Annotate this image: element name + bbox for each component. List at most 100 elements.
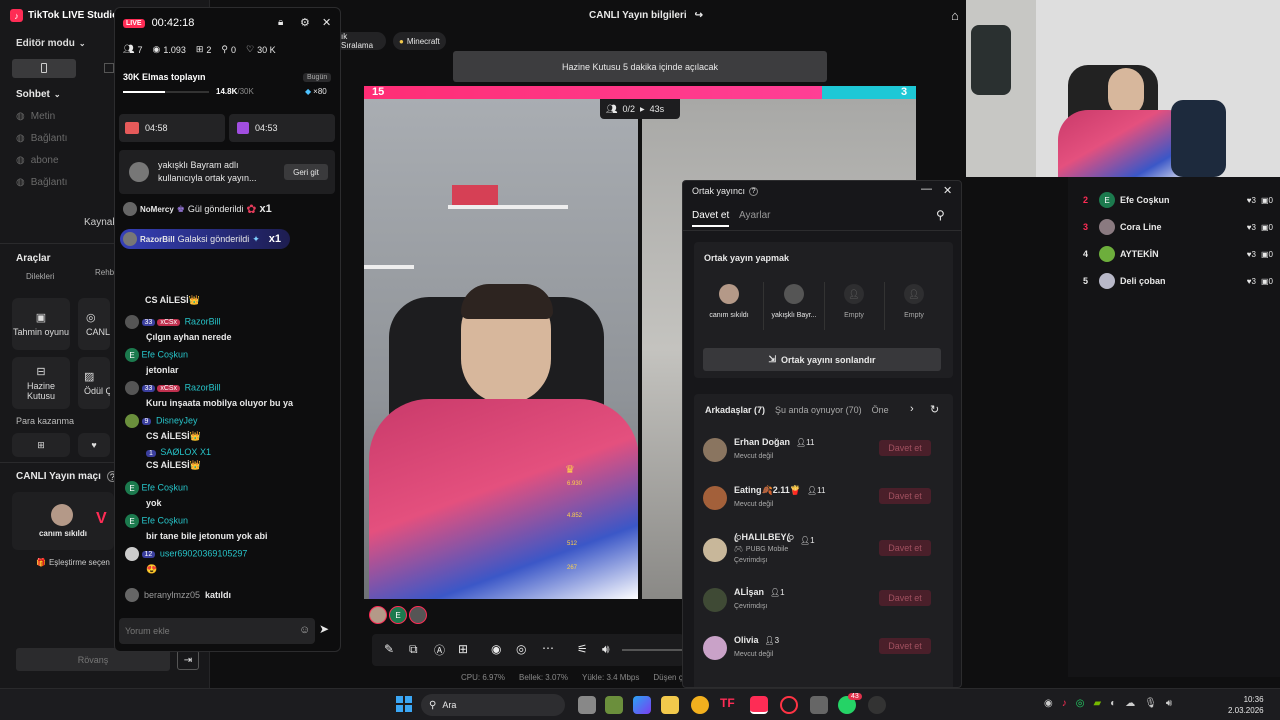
- cloud-tray-icon[interactable]: ☁: [1125, 698, 1135, 709]
- whatsapp-tray-icon[interactable]: ◎: [1076, 698, 1085, 709]
- invite-button[interactable]: Davet et: [879, 540, 931, 556]
- filter-featured[interactable]: Öne: [872, 405, 889, 415]
- likes-stat[interactable]: ♡ 30 K: [246, 44, 276, 55]
- magic-wand-icon[interactable]: ✎: [384, 642, 394, 656]
- landscape-toggle[interactable]: [104, 63, 114, 73]
- taskbar-search[interactable]: ⚲ Ara: [421, 694, 565, 716]
- home-icon[interactable]: ⌂: [951, 8, 959, 23]
- camera-icon[interactable]: ◎: [516, 642, 526, 656]
- avatar[interactable]: E: [389, 606, 407, 624]
- file-explorer-icon[interactable]: [661, 696, 679, 714]
- steam-tray-icon[interactable]: ◐: [1110, 698, 1116, 709]
- minimize-icon[interactable]: —: [921, 183, 932, 195]
- close-icon[interactable]: ✕: [322, 16, 331, 29]
- treasure-timer-a[interactable]: 04:58: [119, 114, 225, 142]
- chevron-right-icon[interactable]: ›: [910, 403, 914, 415]
- invite-button[interactable]: Davet et: [879, 590, 931, 606]
- widget-item[interactable]: ◍ Bağlantı: [0, 127, 114, 149]
- tiktok-tray-icon[interactable]: ♪: [1062, 698, 1067, 709]
- cohost-slot-empty[interactable]: 👤︎ Empty: [884, 278, 944, 334]
- avatar[interactable]: [369, 606, 387, 624]
- tag-ranking[interactable]: ık Sıralama: [341, 32, 386, 50]
- tab-invite[interactable]: Davet et: [692, 210, 730, 227]
- tool-live-goal[interactable]: ◎ CANLI Hede: [78, 298, 110, 350]
- filter-playing[interactable]: Şu anda oynuyor (70): [775, 405, 862, 415]
- calculator-icon[interactable]: [810, 696, 828, 714]
- pairing-option[interactable]: 🎁 Eşleştirme seçen: [36, 558, 110, 567]
- ranking-row[interactable]: 4 AYTEKİN ♥ 3 ▣ 0: [1083, 244, 1273, 264]
- go-back-button[interactable]: Geri git: [284, 164, 328, 180]
- views-stat[interactable]: ◉ 1.093: [152, 44, 185, 55]
- widget-item[interactable]: ◍ abone: [0, 149, 114, 171]
- chat-section-header[interactable]: Sohbet ⌄: [16, 89, 61, 100]
- ai-icon[interactable]: Ⓐ: [434, 642, 445, 658]
- ranking-row[interactable]: 2 E Efe Coşkun ♥ 3 ▣ 0: [1083, 190, 1273, 210]
- emoji-icon[interactable]: ☺: [299, 624, 310, 636]
- message-user[interactable]: RazorBill: [185, 316, 221, 326]
- tag-minecraft[interactable]: ● Minecraft: [393, 32, 446, 50]
- cohost-slot[interactable]: yakışklı Bayr...: [764, 278, 824, 334]
- search-icon[interactable]: ⚲: [936, 208, 945, 222]
- tool-reward[interactable]: ▨ Ödül Ç: [78, 357, 110, 409]
- gifts-stat[interactable]: ⊞ 2: [196, 44, 212, 55]
- message-user[interactable]: Efe Coşkun: [142, 515, 189, 525]
- cohost-slot-empty[interactable]: 👤︎ Empty: [824, 278, 884, 334]
- filter-friends[interactable]: Arkadaşlar (7): [705, 405, 765, 415]
- app-icon[interactable]: [868, 696, 886, 714]
- mode-selector[interactable]: Editör modu ⌄: [16, 38, 86, 49]
- message-user[interactable]: Efe Coşkun: [142, 349, 189, 359]
- message-user[interactable]: Efe Coşkun: [142, 482, 189, 492]
- gift-user[interactable]: NoMercy: [140, 205, 174, 214]
- gear-icon[interactable]: ⚙: [300, 16, 310, 29]
- settings-sliders-icon[interactable]: ⚟: [577, 642, 588, 656]
- tool-prediction-game[interactable]: ▣ Tahmin oyunu: [12, 298, 70, 350]
- windows-start-icon[interactable]: [396, 696, 412, 712]
- copilot-icon[interactable]: [633, 696, 651, 714]
- join-user[interactable]: beranylmzz05: [144, 590, 200, 600]
- add-source-icon[interactable]: ⊞: [458, 642, 468, 656]
- effects-icon[interactable]: ⧉: [409, 642, 418, 657]
- message-user[interactable]: SAØLOX X1: [160, 447, 211, 457]
- message-user[interactable]: user69020369105297: [160, 548, 248, 558]
- exit-icon[interactable]: ⇥: [177, 650, 199, 670]
- message-user[interactable]: DisneyJey: [156, 415, 198, 425]
- tool-earn-b[interactable]: ♥: [78, 433, 110, 457]
- comment-input[interactable]: Yorum ekle ☺: [119, 618, 315, 644]
- invite-button[interactable]: Davet et: [879, 488, 931, 504]
- widget-item[interactable]: ◍ Bağlantı: [0, 171, 114, 193]
- viewers-stat[interactable]: 👥︎ 7: [123, 44, 142, 55]
- help-icon[interactable]: ?: [749, 186, 759, 196]
- shares-stat[interactable]: ⚲ 0: [221, 44, 236, 55]
- gift-user[interactable]: RazorBill: [140, 235, 175, 244]
- tray-app-icon[interactable]: ◉: [1044, 698, 1053, 709]
- portrait-toggle[interactable]: [12, 59, 76, 78]
- clock[interactable]: 10:36 2.03.2026: [1228, 694, 1264, 716]
- message-user[interactable]: RazorBill: [185, 382, 221, 392]
- microphone-icon[interactable]: 🎙︎: [1144, 698, 1157, 709]
- invite-button[interactable]: Davet et: [879, 440, 931, 456]
- record-icon[interactable]: ◉: [491, 642, 501, 656]
- refresh-icon[interactable]: ↻: [930, 403, 939, 416]
- sources-label[interactable]: Kaynak: [84, 217, 117, 228]
- app-coin-icon[interactable]: [691, 696, 709, 714]
- invite-button[interactable]: Davet et: [879, 638, 931, 654]
- opera-icon[interactable]: [780, 696, 798, 714]
- end-cohost-button[interactable]: ⇲ Ortak yayını sonlandır: [703, 348, 941, 371]
- treasure-timer-b[interactable]: 04:53: [229, 114, 335, 142]
- tf-app-icon[interactable]: TF: [720, 696, 738, 714]
- volume-icon[interactable]: 🔊︎: [1166, 698, 1172, 709]
- volume-icon[interactable]: 🔊︎: [602, 642, 610, 657]
- tab-settings[interactable]: Ayarlar: [739, 210, 771, 221]
- volume-slider[interactable]: [622, 649, 682, 651]
- close-icon[interactable]: ✕: [943, 184, 952, 197]
- send-icon[interactable]: ➤: [319, 622, 329, 636]
- ranking-row[interactable]: 3 Cora Line ♥ 3 ▣ 0: [1083, 217, 1273, 237]
- lock-icon[interactable]: 🔒︎: [278, 17, 283, 28]
- nvidia-tray-icon[interactable]: ▰: [1093, 698, 1101, 709]
- tool-treasure-box[interactable]: ⊟ Hazine Kutusu: [12, 357, 70, 409]
- task-view-icon[interactable]: [578, 696, 596, 714]
- stream-info-title[interactable]: CANLI Yayın bilgileri ↪: [589, 10, 703, 21]
- more-icon[interactable]: ⋯: [542, 641, 554, 655]
- ranking-row[interactable]: 5 Deli çoban ♥ 3 ▣ 0: [1083, 271, 1273, 291]
- cohost-slot[interactable]: canım sıkıldı: [694, 278, 764, 334]
